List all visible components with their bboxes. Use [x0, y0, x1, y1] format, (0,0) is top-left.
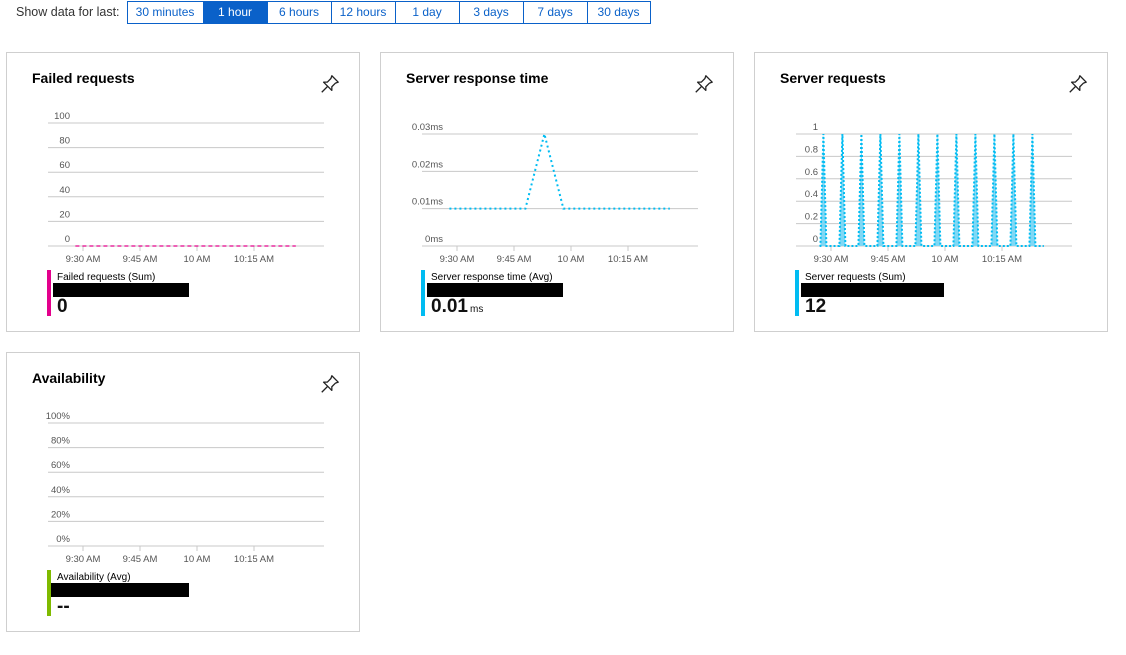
x-tick-label: 9:30 AM [66, 554, 101, 565]
y-tick-label: 0ms [425, 234, 443, 245]
y-tick-label: 0 [813, 234, 818, 245]
redacted-block [53, 283, 189, 297]
y-tick-label: 40 [59, 185, 70, 196]
x-tick-label: 10 AM [558, 254, 585, 265]
x-tick-label: 10 AM [932, 254, 959, 265]
y-tick-label: 0.01ms [412, 197, 443, 208]
chart-legend[interactable]: Availability (Avg) -- [47, 570, 247, 618]
legend-value: -- [57, 596, 72, 618]
legend-color-bar [421, 270, 425, 316]
x-tick-label: 10:15 AM [608, 254, 648, 265]
y-tick-label: 0.6 [805, 167, 818, 178]
y-tick-label: 80% [51, 436, 71, 447]
x-tick-label: 9:45 AM [871, 254, 906, 265]
y-tick-label: 60% [51, 460, 71, 471]
time-range-option[interactable]: 6 hours [267, 1, 332, 23]
metric-unit: ms [469, 304, 484, 315]
server-response-time-card[interactable]: Server response time 0ms 0.01ms 0.02ms 0.03… [380, 52, 734, 332]
time-range-buttons: 30 minutes 1 hour 6 hours 12 hours 1 day 3 da… [126, 0, 651, 24]
chart-legend[interactable]: Server requests (Sum) 12 [795, 270, 995, 318]
y-tick-label: 60 [59, 160, 70, 171]
y-tick-label: 80 [59, 136, 70, 147]
x-tick-label: 10:15 AM [234, 254, 274, 265]
y-tick-label: 0% [56, 534, 70, 545]
server-response-time-chart: 0ms 0.01ms 0.02ms 0.03ms 9:30 AM 9:45 AM 10 AM… [412, 122, 698, 265]
legend-series-name: Failed requests (Sum) [57, 272, 156, 283]
metric-value: 12 [805, 296, 827, 317]
x-tick-label: 9:45 AM [123, 554, 158, 565]
legend-series-name: Server requests (Sum) [805, 272, 906, 283]
time-range-option[interactable]: 1 hour [203, 1, 268, 23]
y-tick-label: 20% [51, 509, 71, 520]
metric-value: -- [57, 596, 70, 617]
x-tick-label: 10 AM [184, 554, 211, 565]
y-tick-label: 0.2 [805, 212, 818, 223]
x-tick-label: 9:45 AM [497, 254, 532, 265]
time-range-selector: Show data for last: 30 minutes 1 hour 6 ho… [16, 0, 651, 24]
redacted-block [51, 583, 189, 597]
time-range-option[interactable]: 3 days [459, 1, 524, 23]
server-requests-card[interactable]: Server requests 0 0.2 0.4 0.6 0.8 1 9:30 AM 9:4… [754, 52, 1108, 332]
redacted-block [427, 283, 563, 297]
y-tick-label: 0 [65, 234, 70, 245]
redacted-block [801, 283, 944, 297]
legend-color-bar [795, 270, 799, 316]
chart-legend[interactable]: Failed requests (Sum) 0 [47, 270, 247, 318]
y-tick-label: 20 [59, 209, 70, 220]
time-range-option[interactable]: 12 hours [331, 1, 396, 23]
metric-value: 0.01 [431, 296, 468, 317]
availability-card[interactable]: Availability 0% 20% 40% 60% 80% 100% 9:30 AM 9:… [6, 352, 360, 632]
y-tick-label: 40% [51, 485, 71, 496]
y-tick-label: 0.03ms [412, 122, 443, 133]
legend-value: 0.01 ms [431, 296, 483, 318]
time-range-label: Show data for last: [16, 5, 120, 19]
y-tick-label: 1 [813, 122, 818, 133]
area-spike [858, 134, 865, 246]
time-range-option[interactable]: 1 day [395, 1, 460, 23]
x-tick-label: 9:30 AM [440, 254, 475, 265]
y-tick-label: 0.02ms [412, 159, 443, 170]
x-tick-label: 10 AM [184, 254, 211, 265]
x-tick-label: 9:45 AM [123, 254, 158, 265]
y-tick-label: 0.8 [805, 144, 818, 155]
y-tick-label: 100 [54, 111, 70, 122]
legend-series-name: Availability (Avg) [57, 572, 131, 583]
x-tick-label: 10:15 AM [234, 554, 274, 565]
failed-requests-card[interactable]: Failed requests 0 20 40 60 80 100 9:30 AM 9:45 … [6, 52, 360, 332]
chart-legend[interactable]: Server response time (Avg) 0.01 ms [421, 270, 621, 318]
legend-value: 12 [805, 296, 828, 318]
time-range-option[interactable]: 7 days [523, 1, 588, 23]
y-tick-label: 100% [46, 411, 71, 422]
x-tick-label: 9:30 AM [66, 254, 101, 265]
y-tick-label: 0.4 [805, 189, 818, 200]
time-range-option[interactable]: 30 minutes [127, 1, 204, 23]
series-line [819, 133, 1044, 247]
failed-requests-chart: 0 20 40 60 80 100 9:30 AM 9:45 AM 10 AM 10:15 AM [48, 111, 324, 265]
legend-value: 0 [57, 296, 70, 318]
x-tick-label: 10:15 AM [982, 254, 1022, 265]
metric-value: 0 [57, 296, 68, 317]
time-range-option[interactable]: 30 days [587, 1, 650, 23]
legend-color-bar [47, 270, 51, 316]
server-requests-chart: 0 0.2 0.4 0.6 0.8 1 9:30 AM 9:45 AM 10 AM 10:15 A… [796, 122, 1072, 265]
legend-series-name: Server response time (Avg) [431, 272, 553, 283]
x-tick-label: 9:30 AM [814, 254, 849, 265]
availability-chart: 0% 20% 40% 60% 80% 100% 9:30 AM 9:45 AM 10 AM 10:… [46, 411, 324, 565]
